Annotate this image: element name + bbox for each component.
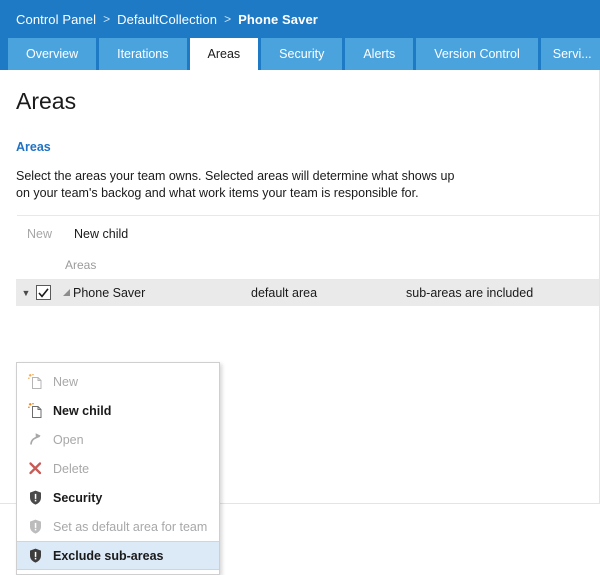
- context-menu-item-new-child[interactable]: New child: [17, 396, 219, 425]
- tab-overview[interactable]: Overview: [8, 38, 97, 70]
- section-description: Select the areas your team owns. Selecte…: [16, 168, 455, 200]
- column-header-areas[interactable]: Areas: [65, 258, 255, 272]
- context-menu-item-new[interactable]: New: [17, 367, 219, 396]
- new-page-icon: [27, 373, 53, 390]
- context-menu-label: Delete: [53, 461, 90, 476]
- page-header: Control Panel > DefaultCollection > Phon…: [0, 0, 600, 38]
- shield-icon: [27, 518, 53, 535]
- areas-toolbar: New New child: [16, 216, 583, 252]
- tree-collapse-icon[interactable]: [60, 288, 73, 297]
- tab-iterations[interactable]: Iterations: [99, 38, 187, 70]
- control-panel-page: Control Panel > DefaultCollection > Phon…: [0, 0, 600, 575]
- context-menu: New New child Open Delete Security Set a…: [16, 362, 220, 575]
- breadcrumb-separator: >: [224, 12, 232, 26]
- breadcrumb-item-default-collection[interactable]: DefaultCollection: [117, 12, 217, 27]
- breadcrumb: Control Panel > DefaultCollection > Phon…: [16, 12, 318, 27]
- breadcrumb-item-control-panel[interactable]: Control Panel: [16, 12, 96, 27]
- breadcrumb-item-phone-saver: Phone Saver: [238, 11, 318, 27]
- context-menu-label: New: [53, 374, 79, 389]
- context-menu-label: Open: [53, 432, 84, 447]
- section-title-areas: Areas: [16, 139, 51, 154]
- shield-icon: [27, 489, 53, 506]
- tab-alerts[interactable]: Alerts: [345, 38, 414, 70]
- breadcrumb-separator: >: [103, 12, 111, 26]
- shield-icon: [27, 547, 53, 564]
- delete-x-icon: [27, 460, 53, 477]
- grid-header-row: Areas: [16, 252, 599, 280]
- tab-security[interactable]: Security: [261, 38, 343, 70]
- tab-version-control[interactable]: Version Control: [416, 38, 538, 70]
- context-menu-label: Security: [53, 490, 103, 505]
- open-arrow-icon: [27, 431, 53, 448]
- content-panel: Areas Areas Select the areas your team o…: [0, 70, 600, 575]
- context-menu-label: New child: [53, 403, 112, 418]
- context-menu-label: Set as default area for team: [53, 519, 208, 534]
- cell-sub-areas: sub-areas are included: [406, 285, 534, 300]
- row-checkbox[interactable]: [36, 285, 51, 301]
- context-menu-item-delete[interactable]: Delete: [17, 454, 219, 483]
- cell-area-name: Phone Saver: [73, 285, 146, 300]
- new-child-page-icon: [27, 402, 53, 419]
- new-child-button[interactable]: New child: [74, 227, 128, 241]
- page-title: Areas: [16, 88, 77, 114]
- context-menu-item-exclude-sub-areas[interactable]: Exclude sub-areas: [17, 541, 219, 570]
- tab-services[interactable]: Servi...: [540, 38, 600, 70]
- tab-areas[interactable]: Areas: [189, 38, 259, 70]
- table-row[interactable]: ▼ Phone Saver default area sub-areas are…: [16, 279, 599, 306]
- context-menu-item-set-default-area[interactable]: Set as default area for team: [17, 512, 219, 541]
- cell-default-area: default area: [251, 285, 318, 300]
- context-menu-label: Exclude sub-areas: [53, 548, 164, 563]
- context-menu-item-security[interactable]: Security: [17, 483, 219, 512]
- row-expander-icon[interactable]: ▼: [16, 288, 36, 298]
- new-button[interactable]: New: [27, 227, 52, 241]
- areas-grid: Areas ▼ Phone Saver default area sub-are…: [16, 252, 599, 306]
- context-menu-item-open[interactable]: Open: [17, 425, 219, 454]
- tab-bar: Overview Iterations Areas Security Alert…: [0, 38, 600, 70]
